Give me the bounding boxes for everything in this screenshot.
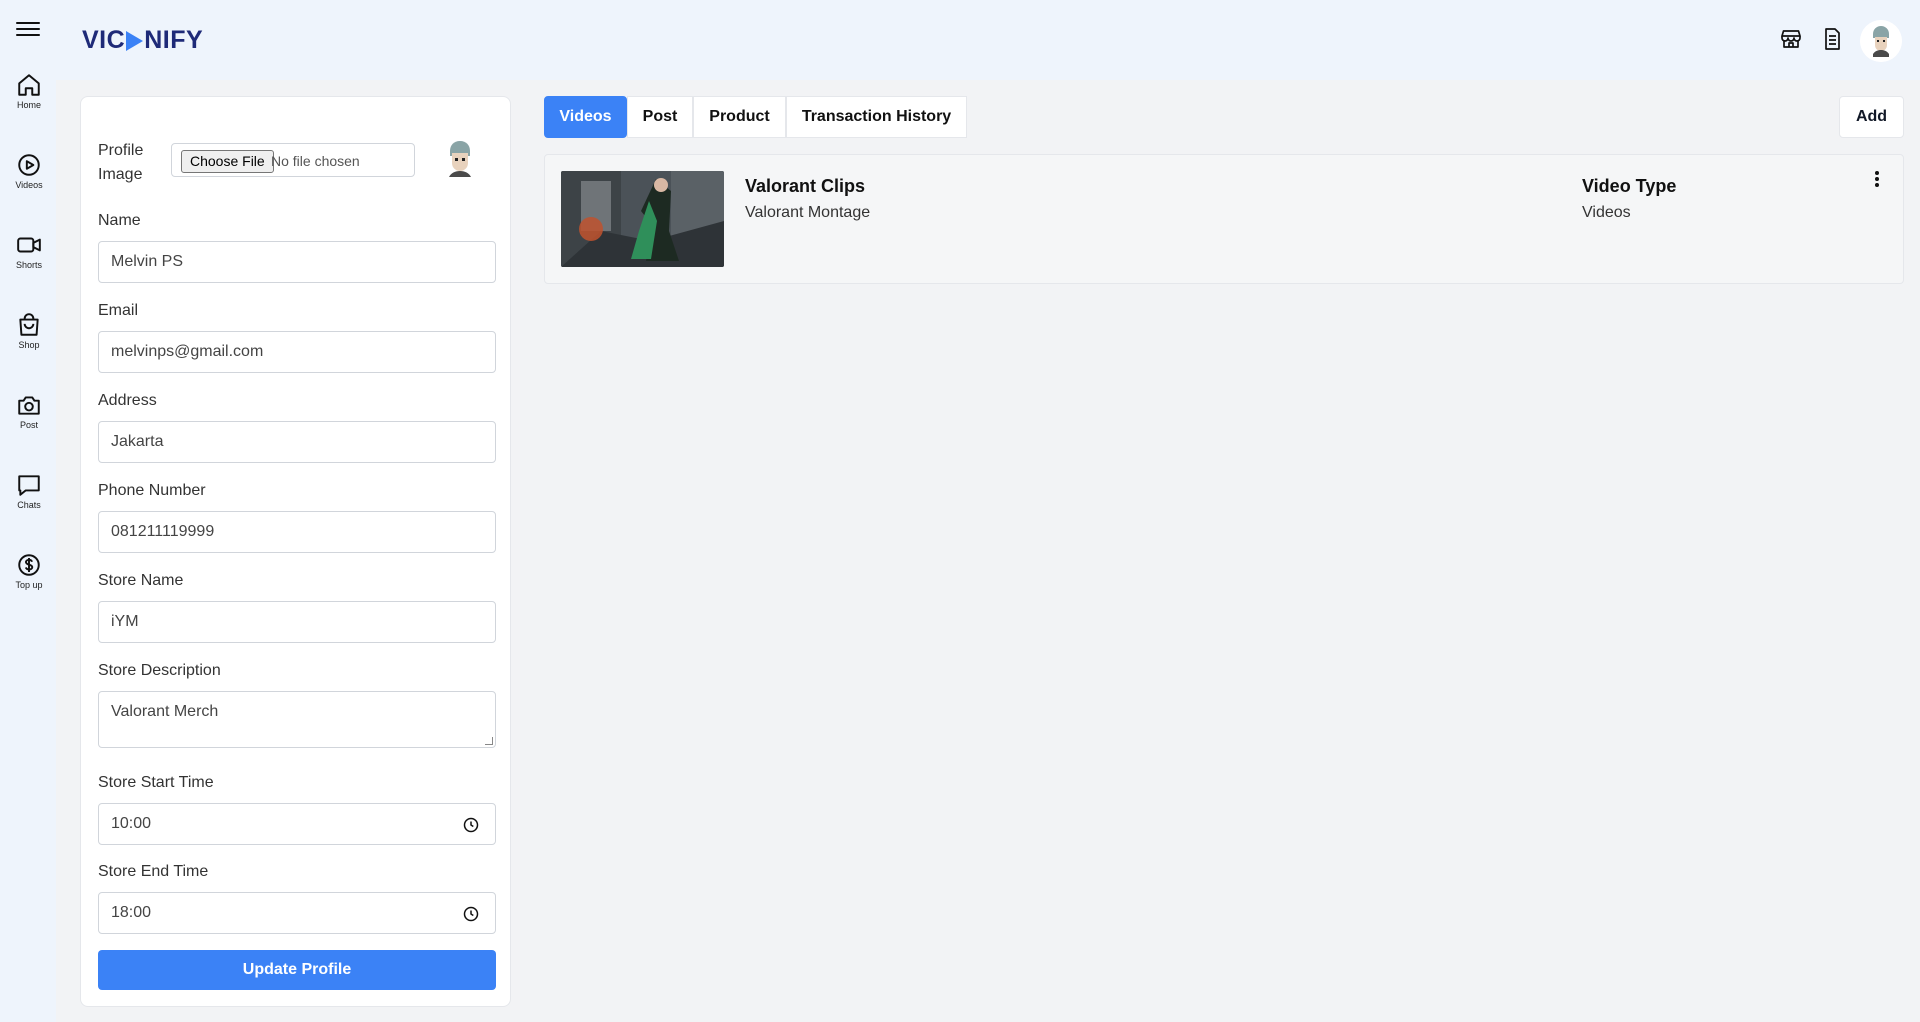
play-circle-icon bbox=[18, 154, 40, 176]
clock-icon[interactable] bbox=[463, 817, 479, 833]
chat-bubble-icon bbox=[18, 475, 40, 496]
sidebar: Home Videos Shorts Shop Post Chats Top u… bbox=[0, 0, 56, 1022]
tab-product[interactable]: Product bbox=[693, 96, 786, 138]
file-status: No file chosen bbox=[271, 153, 360, 169]
dollar-circle-icon bbox=[18, 554, 40, 576]
store-name-label: Store Name bbox=[98, 572, 184, 589]
resize-handle-icon[interactable] bbox=[485, 737, 493, 745]
sidebar-item-label: Home bbox=[16, 100, 41, 110]
sidebar-item-label: Videos bbox=[15, 180, 43, 190]
sidebar-item-label: Post bbox=[19, 420, 38, 430]
sidebar-item-label: Shop bbox=[18, 340, 40, 350]
add-button[interactable]: Add bbox=[1839, 96, 1904, 138]
store-description-text: Valorant Merch bbox=[111, 703, 219, 720]
video-camera-icon bbox=[17, 237, 41, 253]
profile-image-preview bbox=[449, 141, 471, 177]
more-options-icon[interactable] bbox=[1871, 169, 1883, 193]
sidebar-item-post[interactable]: Post bbox=[0, 392, 58, 430]
store-icon[interactable] bbox=[1779, 27, 1803, 51]
profile-image-label: Profile Image bbox=[98, 142, 144, 183]
store-end-time-value: 18:00 bbox=[111, 904, 152, 921]
logo-text-left: VIC bbox=[82, 26, 126, 54]
avatar[interactable] bbox=[1860, 20, 1902, 62]
video-description: Valorant Montage bbox=[745, 204, 871, 221]
logo-play-icon bbox=[126, 30, 144, 51]
home-icon bbox=[18, 74, 40, 96]
sidebar-item-chats[interactable]: Chats bbox=[0, 472, 58, 510]
phone-field[interactable]: 081211119999 bbox=[98, 511, 496, 553]
address-label: Address bbox=[98, 392, 157, 409]
name-label: Name bbox=[98, 212, 141, 229]
email-label: Email bbox=[98, 302, 139, 319]
camera-icon bbox=[18, 396, 40, 415]
logo-text-right: NIFY bbox=[144, 26, 204, 54]
address-field[interactable]: Jakarta bbox=[98, 421, 496, 463]
hamburger-menu-icon[interactable] bbox=[16, 18, 40, 38]
email-field[interactable]: melvinps@gmail.com bbox=[98, 331, 496, 373]
store-start-time-label: Store Start Time bbox=[98, 774, 214, 791]
sidebar-item-shorts[interactable]: Shorts bbox=[0, 232, 58, 270]
choose-file-button[interactable]: Choose File bbox=[181, 150, 274, 173]
list-item[interactable]: Valorant Clips Valorant Montage Video Ty… bbox=[544, 154, 1904, 284]
video-type-label: Video Type bbox=[1582, 176, 1677, 196]
sidebar-item-label: Chats bbox=[17, 500, 41, 510]
sidebar-item-home[interactable]: Home bbox=[0, 72, 58, 110]
store-start-time-field[interactable]: 10:00 bbox=[98, 803, 496, 845]
app-logo[interactable]: VIC NIFY bbox=[82, 26, 203, 55]
sidebar-item-label: Shorts bbox=[15, 260, 42, 270]
clock-icon[interactable] bbox=[463, 906, 479, 922]
video-thumbnail[interactable] bbox=[561, 171, 724, 267]
shopping-bag-icon bbox=[19, 313, 39, 336]
tab-transaction-history[interactable]: Transaction History bbox=[786, 96, 967, 138]
document-icon[interactable] bbox=[1820, 27, 1844, 51]
sidebar-item-videos[interactable]: Videos bbox=[0, 152, 58, 190]
profile-image-file-input[interactable]: Choose File No file chosen bbox=[171, 143, 415, 177]
profile-form-card: Profile Image Choose File No file chosen… bbox=[80, 96, 511, 1007]
name-field[interactable]: Melvin PS bbox=[98, 241, 496, 283]
sidebar-item-label: Top up bbox=[15, 580, 43, 590]
store-end-time-field[interactable]: 18:00 bbox=[98, 892, 496, 934]
store-end-time-label: Store End Time bbox=[98, 863, 209, 880]
store-start-time-value: 10:00 bbox=[111, 815, 152, 832]
video-type-value: Videos bbox=[1582, 204, 1631, 221]
tab-videos[interactable]: Videos bbox=[544, 96, 627, 138]
store-name-field[interactable]: iYM bbox=[98, 601, 496, 643]
sidebar-item-shop[interactable]: Shop bbox=[0, 312, 58, 350]
sidebar-item-top-up[interactable]: Top up bbox=[0, 552, 58, 590]
video-title: Valorant Clips bbox=[745, 176, 866, 196]
store-description-field[interactable]: Valorant Merch bbox=[98, 691, 496, 748]
update-profile-button[interactable]: Update Profile bbox=[98, 950, 496, 990]
avatar-image bbox=[1860, 20, 1902, 62]
phone-label: Phone Number bbox=[98, 482, 206, 499]
store-description-label: Store Description bbox=[98, 662, 221, 679]
tab-post[interactable]: Post bbox=[627, 96, 693, 138]
